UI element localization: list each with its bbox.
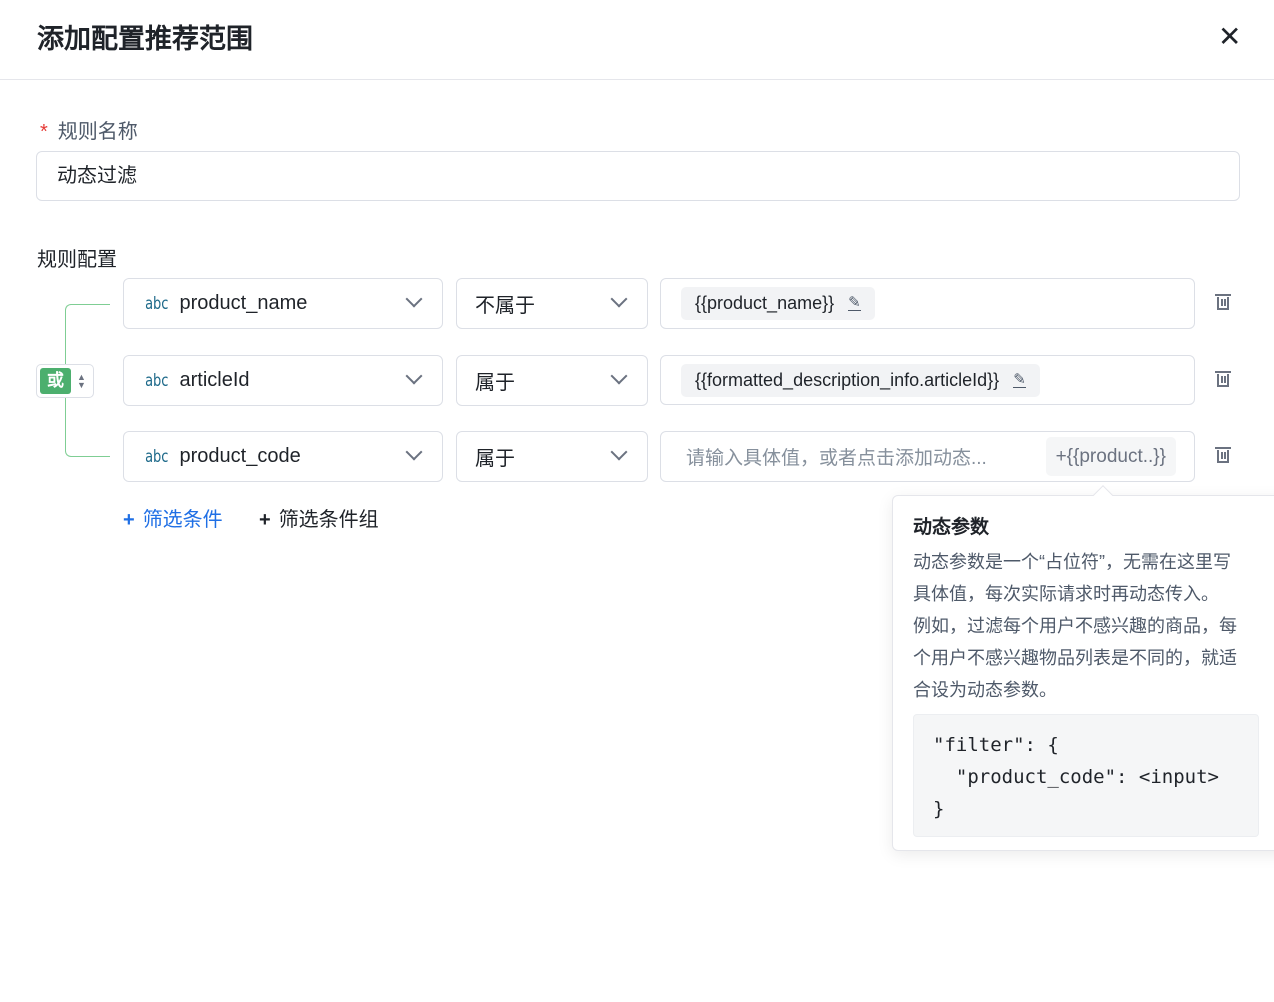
- field-value: product_code: [179, 445, 301, 467]
- chevron-down-icon: [405, 290, 423, 308]
- close-icon[interactable]: ✕: [1218, 20, 1241, 53]
- chevron-down-icon: [610, 367, 628, 385]
- code-line: "product_code": <input>: [933, 766, 1219, 788]
- plus-icon: +: [123, 509, 135, 531]
- dialog-title: 添加配置推荐范围: [37, 24, 253, 54]
- plus-icon: +: [259, 509, 271, 531]
- edit-icon[interactable]: ✎: [848, 295, 861, 311]
- popover-line: 例如，过滤每个用户不感兴趣的商品，每: [913, 616, 1237, 636]
- tree-line-bottom: [65, 398, 110, 457]
- tag-text: {{formatted_description_info.articleId}}: [695, 369, 1000, 390]
- text-type-icon: abc: [145, 446, 169, 467]
- code-line: }: [933, 798, 945, 820]
- value-placeholder: 请输入具体值，或者点击添加动态...: [686, 448, 987, 469]
- logic-toggle[interactable]: 或 ▲ ▼: [36, 364, 94, 398]
- add-group-label: 筛选条件组: [278, 509, 379, 531]
- rule-name-label: * 规则名称: [40, 115, 138, 144]
- popover-line: 具体值，每次实际请求时再动态传入。: [913, 584, 1219, 604]
- edit-icon[interactable]: ✎: [1013, 372, 1026, 388]
- add-condition-button[interactable]: + 筛选条件: [123, 503, 223, 532]
- popover-line: 动态参数是一个“占位符”，无需在这里写: [913, 552, 1231, 572]
- delete-icon[interactable]: [1215, 446, 1231, 463]
- operator-select[interactable]: 属于: [456, 431, 648, 482]
- field-value: product_name: [179, 292, 308, 314]
- field-select[interactable]: abc product_name: [123, 278, 443, 329]
- popover-line: 个用户不感兴趣物品列表是不同的，就适: [913, 648, 1237, 668]
- chevron-down-icon: [610, 443, 628, 461]
- chevron-down-icon: [610, 290, 628, 308]
- dialog-header: 添加配置推荐范围 ✕: [0, 0, 1274, 80]
- value-input[interactable]: {{formatted_description_info.articleId}}…: [660, 355, 1195, 405]
- operator-select[interactable]: 不属于: [456, 278, 648, 329]
- field-select[interactable]: abc product_code: [123, 431, 443, 482]
- field-select[interactable]: abc articleId: [123, 355, 443, 406]
- chevron-down-icon: [405, 367, 423, 385]
- add-dynamic-param-button[interactable]: +{{product..}}: [1045, 437, 1176, 476]
- operator-select[interactable]: 属于: [456, 355, 648, 406]
- operator-value: 属于: [475, 372, 515, 394]
- popover-description: 动态参数是一个“占位符”，无需在这里写 具体值，每次实际请求时再动态传入。 例如…: [913, 546, 1237, 706]
- value-input[interactable]: 请输入具体值，或者点击添加动态... +{{product..}}: [660, 431, 1195, 482]
- dynamic-param-tag[interactable]: {{product_name}} ✎: [681, 287, 875, 320]
- logic-or-label: 或: [40, 368, 71, 394]
- rule-name-input[interactable]: 动态过滤: [36, 151, 1240, 201]
- dynamic-param-tag[interactable]: {{formatted_description_info.articleId}}…: [681, 363, 1040, 397]
- required-mark: *: [40, 121, 48, 143]
- popover-title: 动态参数: [913, 517, 990, 538]
- field-value: articleId: [179, 369, 250, 391]
- code-line: "filter": {: [933, 734, 1059, 756]
- delete-icon[interactable]: [1215, 370, 1231, 387]
- chevron-down-icon: [405, 443, 423, 461]
- rule-name-label-text: 规则名称: [57, 121, 138, 143]
- popover-line: 合设为动态参数。: [913, 680, 1057, 700]
- operator-value: 属于: [475, 448, 515, 470]
- text-type-icon: abc: [145, 370, 169, 391]
- rule-config-label: 规则配置: [37, 249, 117, 271]
- add-condition-label: 筛选条件: [142, 509, 223, 531]
- tree-line-top: [65, 304, 110, 364]
- text-type-icon: abc: [145, 293, 169, 314]
- value-input[interactable]: {{product_name}} ✎: [660, 278, 1195, 329]
- delete-icon[interactable]: [1215, 293, 1231, 310]
- dynamic-param-popover: 动态参数 动态参数是一个“占位符”，无需在这里写 具体值，每次实际请求时再动态传…: [892, 495, 1274, 851]
- operator-value: 不属于: [475, 295, 535, 317]
- tag-text: {{product_name}}: [695, 293, 835, 313]
- add-group-button[interactable]: + 筛选条件组: [259, 503, 379, 532]
- code-example: "filter": { "product_code": <input>}: [913, 714, 1259, 837]
- sort-arrows-icon: ▲ ▼: [77, 372, 86, 390]
